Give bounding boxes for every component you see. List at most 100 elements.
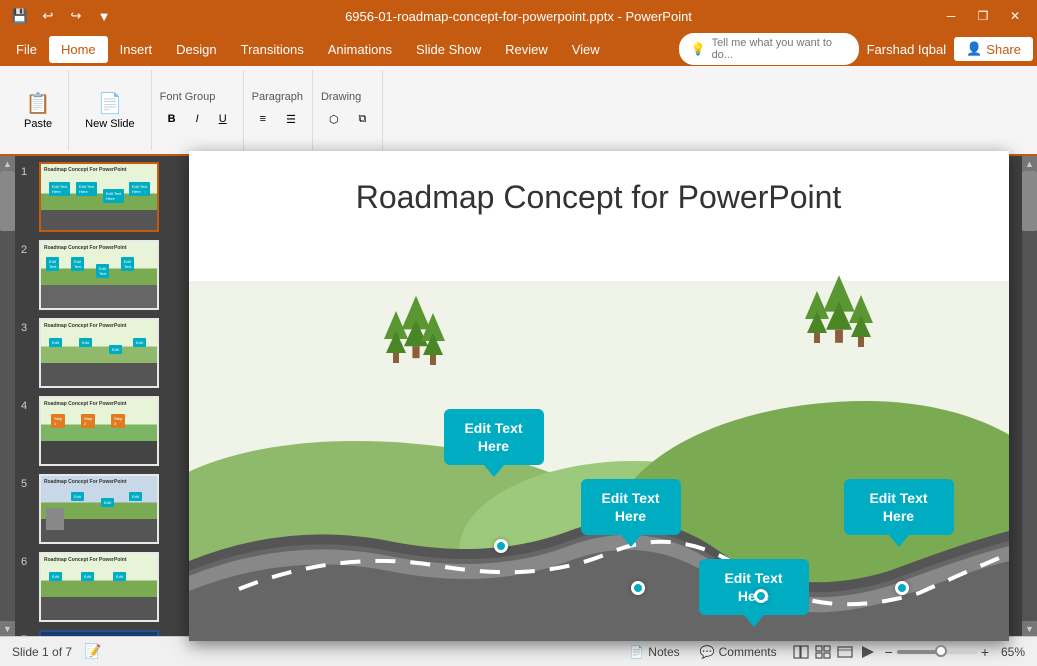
paste-button[interactable]: 📋 Paste <box>16 87 60 134</box>
comments-button[interactable]: 💬 Comments <box>694 643 783 661</box>
menu-transitions[interactable]: Transitions <box>229 36 316 63</box>
comments-icon: 💬 <box>700 645 715 659</box>
callout-2-text: Edit TextHere <box>601 490 659 524</box>
zoom-slider[interactable] <box>897 650 977 654</box>
slide-thumb-6[interactable]: 6 Roadmap Concept For PowerPoint Edit Ed… <box>19 550 171 624</box>
slide-sorter-button[interactable] <box>813 642 833 662</box>
scroll-thumb[interactable] <box>0 171 15 231</box>
slide-thumb-7[interactable]: 7 Slideforest <box>19 628 171 636</box>
menu-slideshow[interactable]: Slide Show <box>404 36 493 63</box>
maximize-button[interactable]: ❐ <box>969 2 997 30</box>
slide-thumb-2[interactable]: 2 Roadmap Concept For PowerPoint EditTex… <box>19 238 171 312</box>
scroll-up-arrow[interactable]: ▲ <box>0 156 15 171</box>
slide-thumb-3[interactable]: 3 Roadmap Concept For PowerPoint Edit Ed… <box>19 316 171 390</box>
road-dot-3 <box>754 589 768 603</box>
tell-me-input[interactable]: 💡 Tell me what you want to do... <box>679 33 859 65</box>
menu-view[interactable]: View <box>560 36 612 63</box>
comments-label: Comments <box>719 645 777 659</box>
undo-button[interactable]: ↩ <box>36 4 60 28</box>
normal-view-button[interactable] <box>791 642 811 662</box>
zoom-in-button[interactable]: + <box>981 644 989 660</box>
minimize-button[interactable]: ─ <box>937 2 965 30</box>
close-button[interactable]: ✕ <box>1001 2 1029 30</box>
canvas-scrollbar-vertical[interactable]: ▲ ▼ <box>1022 156 1037 636</box>
reading-view-button[interactable] <box>835 642 855 662</box>
menu-review[interactable]: Review <box>493 36 560 63</box>
title-bar: 💾 ↩ ↪ ▼ 6956-01-roadmap-concept-for-powe… <box>0 0 1037 32</box>
customize-quick-access-button[interactable]: ▼ <box>92 4 116 28</box>
italic-button[interactable]: I <box>188 109 207 129</box>
scroll-thumb-vertical[interactable] <box>1022 171 1037 231</box>
slide-3-thumbnail: Roadmap Concept For PowerPoint Edit Edit… <box>39 318 159 388</box>
menu-insert[interactable]: Insert <box>108 36 165 63</box>
slide-2-thumbnail: Roadmap Concept For PowerPoint EditText … <box>39 240 159 310</box>
username: Farshad Iqbal <box>867 42 947 57</box>
arrange-button[interactable]: ⧉ <box>351 109 375 130</box>
scroll-up-button[interactable]: ▲ <box>1022 156 1037 171</box>
menu-file[interactable]: File <box>4 36 49 63</box>
notes-button[interactable]: 📄 Notes <box>623 643 685 661</box>
slides-group: 📄 New Slide <box>69 70 152 150</box>
align-center-button[interactable]: ☰ <box>278 109 304 130</box>
slides-panel: 1 Roadmap Concept For PowerPoint Edit Te… <box>15 156 175 636</box>
menu-design[interactable]: Design <box>164 36 228 63</box>
slide-canvas[interactable]: Roadmap Concept for PowerPoint <box>189 151 1009 641</box>
menu-right: 💡 Tell me what you want to do... Farshad… <box>679 33 1033 65</box>
slide-5-thumbnail: Roadmap Concept For PowerPoint Edit Edit… <box>39 474 159 544</box>
window-title: 6956-01-roadmap-concept-for-powerpoint.p… <box>345 9 692 24</box>
scroll-down-button[interactable]: ▼ <box>1022 621 1037 636</box>
paragraph-group: Paragraph ≡ ☰ <box>244 70 313 150</box>
new-slide-button[interactable]: 📄 New Slide <box>77 87 143 134</box>
share-button[interactable]: 👤 Share <box>954 37 1033 61</box>
zoom-handle[interactable] <box>935 645 947 657</box>
window-controls: ─ ❐ ✕ <box>937 2 1029 30</box>
redo-button[interactable]: ↪ <box>64 4 88 28</box>
save-button[interactable]: 💾 <box>8 4 32 28</box>
zoom-out-button[interactable]: − <box>885 644 893 660</box>
slides-panel-scrollbar[interactable]: ▲ ▼ <box>0 156 15 636</box>
slide-thumb-4[interactable]: 4 Roadmap Concept For PowerPoint Step1 S… <box>19 394 171 468</box>
main-area: ▲ ▼ 1 Roadmap Concept For PowerPoint Edi… <box>0 156 1037 636</box>
callout-1[interactable]: Edit TextHere <box>444 409 544 465</box>
scroll-track <box>0 171 15 621</box>
callout-3[interactable]: Edit TextHere <box>699 559 809 615</box>
callout-2[interactable]: Edit TextHere <box>581 479 681 535</box>
slide-notes-icon: 📝 <box>84 643 101 660</box>
shapes-button[interactable]: ⬡ <box>321 109 347 130</box>
slide-1-thumbnail: Roadmap Concept For PowerPoint Edit Text… <box>39 162 159 232</box>
status-right: 📄 Notes 💬 Comments − <box>623 642 1025 662</box>
quick-access-toolbar: 💾 ↩ ↪ ▼ <box>8 4 116 28</box>
scroll-down-arrow[interactable]: ▼ <box>0 621 15 636</box>
status-left: Slide 1 of 7 📝 <box>12 643 101 660</box>
road-dot-2 <box>631 581 645 595</box>
menu-animations[interactable]: Animations <box>316 36 404 63</box>
tell-me-placeholder: Tell me what you want to do... <box>712 37 847 61</box>
slide-scene: Edit TextHere Edit TextHere Edit TextHer… <box>189 281 1009 641</box>
font-group: Font Group B I U <box>152 70 244 150</box>
zoom-level: 65% <box>993 645 1025 659</box>
callout-4[interactable]: Edit TextHere <box>844 479 954 535</box>
drawing-group: Drawing ⬡ ⧉ <box>313 70 383 150</box>
notes-icon: 📄 <box>629 645 644 659</box>
callout-1-text: Edit TextHere <box>464 420 522 454</box>
view-icons <box>791 642 877 662</box>
callout-4-text: Edit TextHere <box>869 490 927 524</box>
road-graphic <box>189 281 1009 641</box>
slideshow-view-button[interactable] <box>857 642 877 662</box>
scroll-track-vertical <box>1022 171 1037 621</box>
bold-button[interactable]: B <box>160 109 184 129</box>
menu-home[interactable]: Home <box>49 36 108 63</box>
notes-label: Notes <box>648 645 679 659</box>
slide-4-thumbnail: Roadmap Concept For PowerPoint Step1 Ste… <box>39 396 159 466</box>
clipboard-group: 📋 Paste <box>8 70 69 150</box>
ribbon: 📋 Paste 📄 New Slide Font Group B I U Par… <box>0 66 1037 156</box>
canvas-area: Roadmap Concept for PowerPoint <box>175 156 1022 636</box>
underline-button[interactable]: U <box>211 109 235 129</box>
callout-3-text: Edit TextHere <box>724 570 782 604</box>
menu-bar: File Home Insert Design Transitions Anim… <box>0 32 1037 66</box>
road-dot-1 <box>494 539 508 553</box>
road-dot-4 <box>895 581 909 595</box>
align-left-button[interactable]: ≡ <box>252 109 274 130</box>
slide-thumb-5[interactable]: 5 Roadmap Concept For PowerPoint Edit Ed… <box>19 472 171 546</box>
slide-thumb-1[interactable]: 1 Roadmap Concept For PowerPoint Edit Te… <box>19 160 171 234</box>
